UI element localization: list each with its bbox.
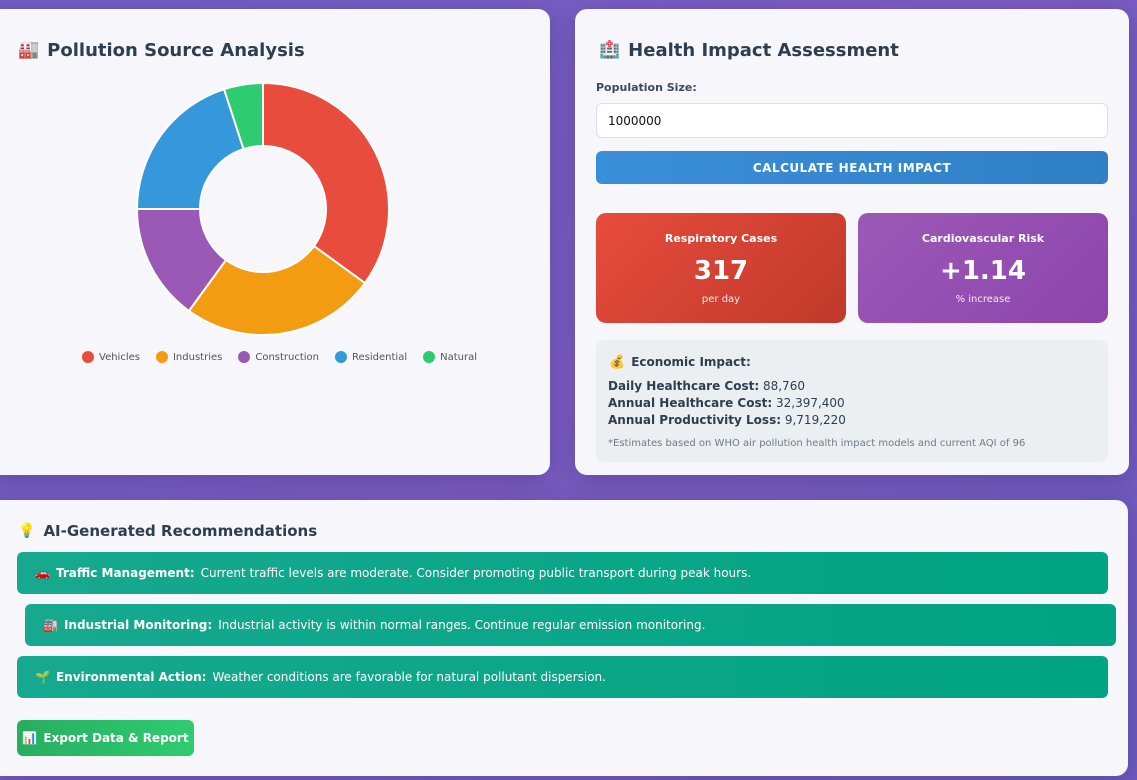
ai-title: 💡 AI-Generated Recommendations bbox=[18, 522, 317, 540]
pollution-donut-chart[interactable] bbox=[136, 82, 390, 336]
recommendation-industrial: 🏭 Industrial Monitoring: Industrial acti… bbox=[25, 604, 1116, 646]
health-card: 🏥 Health Impact Assessment Population Si… bbox=[575, 9, 1129, 475]
legend-label: Construction bbox=[255, 351, 320, 363]
population-input[interactable] bbox=[596, 103, 1108, 138]
chart-legend: Vehicles Industries Construction Residentia… bbox=[82, 351, 477, 363]
factory-icon: 🏭 bbox=[18, 40, 40, 60]
recommendation-title: Traffic Management: bbox=[55, 566, 195, 580]
car-icon: 🚗 bbox=[35, 566, 50, 580]
legend-swatch bbox=[238, 351, 251, 363]
legend-label: Vehicles bbox=[99, 351, 140, 363]
chart-icon: 📊 bbox=[22, 731, 38, 745]
respiratory-cases-card: Respiratory Cases 317 per day bbox=[596, 213, 846, 323]
annual-cost-label: Annual Healthcare Cost: bbox=[608, 396, 773, 410]
pollution-title: 🏭 Pollution Source Analysis bbox=[18, 40, 305, 61]
productivity-loss-value: 9,719,220 bbox=[784, 413, 846, 427]
lightbulb-icon: 💡 bbox=[18, 523, 36, 539]
respiratory-unit: per day bbox=[701, 294, 741, 305]
legend-swatch bbox=[335, 351, 348, 363]
legend-item-residential[interactable]: Residential bbox=[335, 351, 407, 363]
daily-cost-value: 88,760 bbox=[762, 379, 805, 393]
hospital-icon: 🏥 bbox=[599, 40, 621, 60]
ai-title-text: AI-Generated Recommendations bbox=[43, 522, 318, 540]
donut-slice-residential[interactable] bbox=[136, 87, 245, 210]
legend-label: Industries bbox=[172, 351, 223, 363]
health-title-text: Health Impact Assessment bbox=[628, 40, 899, 61]
recommendation-text: Industrial activity is within normal ran… bbox=[218, 618, 706, 632]
legend-label: Natural bbox=[440, 351, 477, 363]
seedling-icon: 🌱 bbox=[35, 670, 50, 684]
money-bag-icon: 💰 bbox=[609, 354, 626, 370]
recommendation-text: Current traffic levels are moderate. Con… bbox=[200, 566, 752, 580]
annual-cost-line: Annual Healthcare Cost: 32,397,400 bbox=[608, 396, 845, 410]
recommendation-traffic: 🚗 Traffic Management: Current traffic le… bbox=[17, 552, 1108, 594]
cardiovascular-risk-card: Cardiovascular Risk +1.14 % increase bbox=[858, 213, 1108, 323]
legend-item-vehicles[interactable]: Vehicles bbox=[82, 351, 140, 363]
economic-title-text: Economic Impact: bbox=[631, 355, 751, 369]
calculate-health-impact-button[interactable]: CALCULATE HEALTH IMPACT bbox=[596, 151, 1108, 184]
population-label: Population Size: bbox=[596, 81, 697, 94]
estimate-note: *Estimates based on WHO air pollution he… bbox=[608, 438, 1026, 449]
ai-recommendations-card: 💡 AI-Generated Recommendations 🚗 Traffic… bbox=[0, 500, 1128, 776]
daily-cost-line: Daily Healthcare Cost: 88,760 bbox=[608, 379, 805, 393]
respiratory-label: Respiratory Cases bbox=[664, 232, 778, 245]
recommendation-text: Weather conditions are favorable for nat… bbox=[212, 670, 606, 684]
recommendation-environmental: 🌱 Environmental Action: Weather conditio… bbox=[17, 656, 1108, 698]
recommendation-title: Environmental Action: bbox=[55, 670, 207, 684]
legend-swatch bbox=[82, 351, 94, 363]
recommendation-title: Industrial Monitoring: bbox=[63, 618, 213, 632]
economic-impact-box: 💰 Economic Impact: Daily Healthcare Cost… bbox=[596, 340, 1108, 462]
respiratory-value: 317 bbox=[693, 256, 749, 286]
annual-cost-value: 32,397,400 bbox=[775, 396, 845, 410]
pollution-card: 🏭 Pollution Source Analysis Vehicles Indu… bbox=[0, 9, 550, 475]
export-data-report-button[interactable]: 📊 Export Data & Report bbox=[17, 720, 194, 756]
cardio-label: Cardiovascular Risk bbox=[921, 232, 1045, 245]
economic-title: 💰 Economic Impact: bbox=[609, 355, 751, 369]
factory-icon: 🏭 bbox=[43, 618, 58, 632]
legend-item-construction[interactable]: Construction bbox=[238, 351, 319, 363]
daily-cost-label: Daily Healthcare Cost: bbox=[608, 379, 760, 393]
legend-item-natural[interactable]: Natural bbox=[423, 351, 477, 363]
legend-swatch bbox=[155, 351, 168, 363]
productivity-loss-line: Annual Productivity Loss: 9,719,220 bbox=[608, 413, 846, 427]
legend-item-industries[interactable]: Industries bbox=[155, 351, 223, 363]
cardio-unit: % increase bbox=[955, 294, 1011, 305]
cardio-value: +1.14 bbox=[940, 256, 1026, 286]
legend-swatch bbox=[423, 351, 436, 363]
donut-slice-vehicles[interactable] bbox=[262, 82, 390, 285]
export-label: Export Data & Report bbox=[43, 731, 189, 745]
legend-label: Residential bbox=[352, 351, 408, 363]
pollution-title-text: Pollution Source Analysis bbox=[47, 40, 305, 61]
health-title: 🏥 Health Impact Assessment bbox=[599, 40, 899, 61]
productivity-loss-label: Annual Productivity Loss: bbox=[608, 413, 782, 427]
